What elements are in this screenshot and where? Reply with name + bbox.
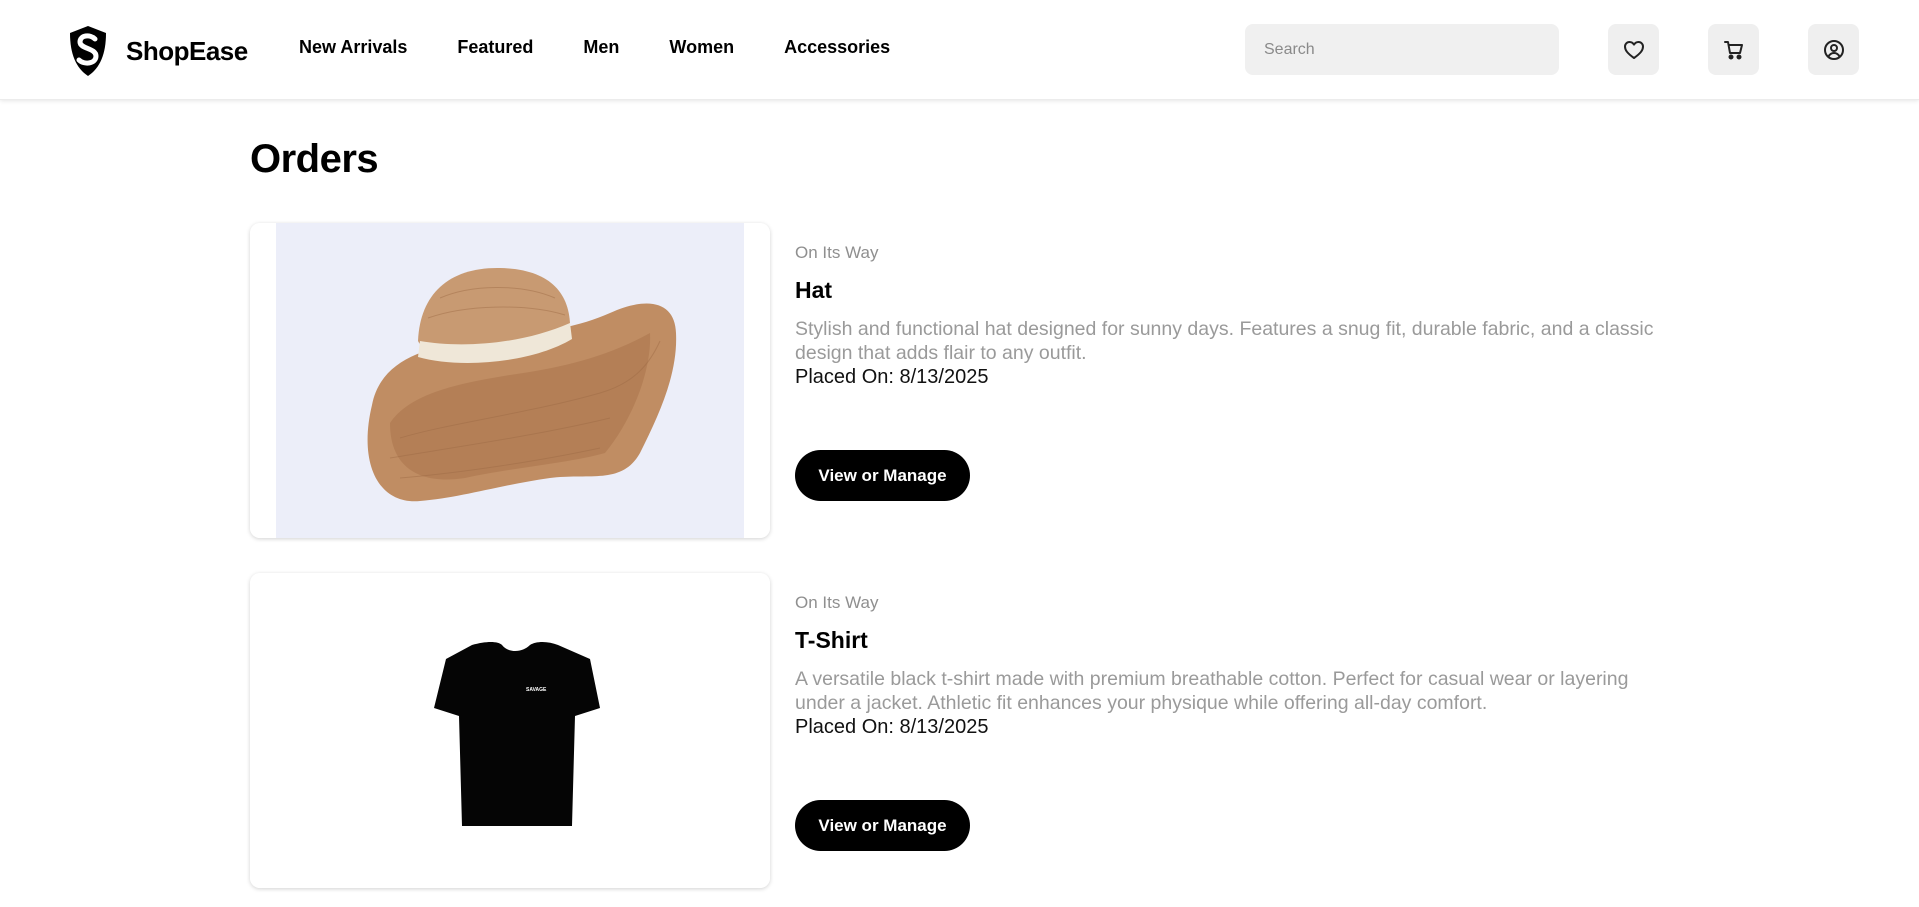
product-description: Stylish and functional hat designed for … [795,318,1654,364]
product-name[interactable]: Hat [795,277,1675,304]
order-info: On Its Way T-Shirt A versatile black t-s… [795,593,1675,739]
product-image-card[interactable] [250,223,770,538]
tshirt-print: SAVAGE [526,687,547,693]
top-navigation-bar: ShopEase New Arrivals Featured Men Women… [0,0,1919,100]
view-or-manage-button[interactable]: View or Manage [795,800,970,851]
product-name[interactable]: T-Shirt [795,627,1675,654]
product-description: A versatile black t-shirt made with prem… [795,668,1629,714]
order-info: On Its Way Hat Stylish and functional ha… [795,243,1675,389]
brand-logo[interactable]: ShopEase [66,24,248,78]
shield-logo-icon [70,26,106,76]
page-title: Orders [250,137,379,181]
nav-featured[interactable]: Featured [457,37,533,58]
heart-icon [1623,40,1644,59]
order-card: On Its Way Hat Stylish and functional ha… [250,223,1670,538]
order-date: Placed On: 8/13/2025 [795,716,989,738]
tshirt-product-image: SAVAGE [250,573,770,888]
nav-new-arrivals[interactable]: New Arrivals [299,37,407,58]
account-icon [1823,39,1844,60]
brand-name: ShopEase [126,35,248,66]
order-status: On Its Way [795,243,879,262]
order-status: On Its Way [795,593,879,612]
nav-men[interactable]: Men [583,37,619,58]
main-nav: New Arrivals Featured Men Women Accessor… [299,37,940,58]
cart-icon [1723,40,1743,59]
order-card: SAVAGE On Its Way T-Shirt A versatile bl… [250,573,1670,888]
hat-product-image [250,223,770,538]
cart-button[interactable] [1708,24,1759,75]
nav-accessories[interactable]: Accessories [784,37,890,58]
search-input[interactable] [1245,24,1559,75]
wishlist-button[interactable] [1608,24,1659,75]
view-or-manage-button[interactable]: View or Manage [795,450,970,501]
order-date: Placed On: 8/13/2025 [795,366,989,388]
account-button[interactable] [1808,24,1859,75]
nav-women[interactable]: Women [669,37,734,58]
product-image-card[interactable]: SAVAGE [250,573,770,888]
